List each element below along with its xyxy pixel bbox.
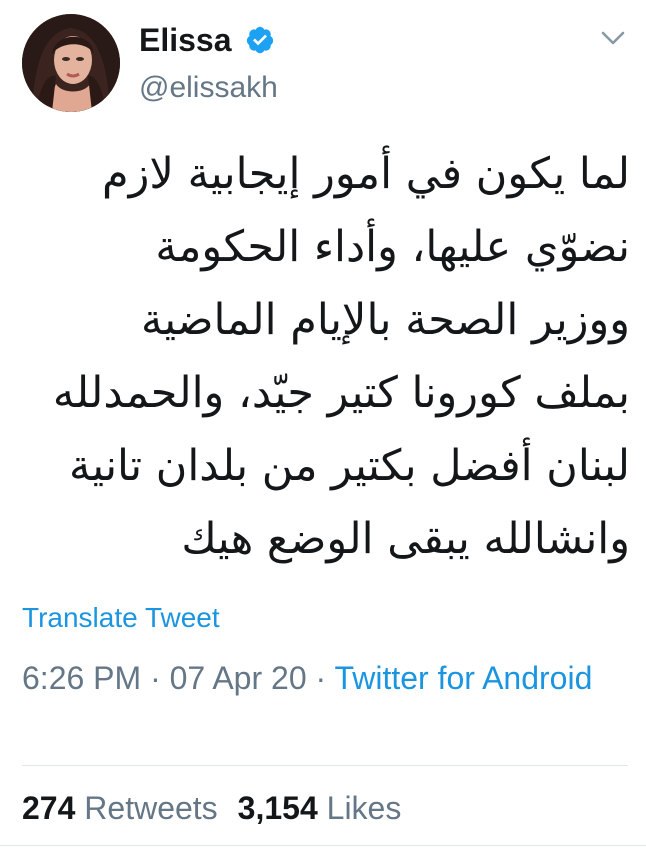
retweets-count: 274: [22, 790, 76, 826]
tweet-stats: 274 Retweets 3,154 Likes: [22, 786, 401, 830]
divider: [22, 765, 628, 766]
tweet-text-line: لما يكون في أمور إيجابية لازم: [102, 149, 630, 199]
retweets-stat[interactable]: 274 Retweets: [22, 790, 218, 826]
divider: [0, 845, 646, 846]
tweet-text-line: ووزير الصحة بالإيام الماضية: [141, 295, 630, 345]
tweet-text: لما يكون في أمور إيجابية لازم نضوّي عليه…: [18, 138, 630, 576]
verified-badge-icon: [246, 26, 274, 54]
meta-separator: ·: [141, 660, 170, 696]
likes-count: 3,154: [237, 790, 318, 826]
retweets-label: Retweets: [84, 790, 218, 826]
tweet-time[interactable]: 6:26 PM: [22, 660, 141, 696]
handle[interactable]: @elissakh: [139, 68, 278, 108]
translate-tweet-link[interactable]: Translate Tweet: [22, 600, 220, 636]
tweet-source-link[interactable]: Twitter for Android: [334, 660, 592, 696]
avatar[interactable]: [22, 14, 120, 112]
meta-separator: ·: [306, 660, 335, 696]
tweet-meta: 6:26 PM · 07 Apr 20 · Twitter for Androi…: [22, 656, 622, 700]
tweet-text-line: نضوّي عليها، وأداء الحكومة: [155, 222, 630, 272]
tweet-text-line: وانشالله يبقى الوضع هيك: [181, 514, 630, 564]
display-name[interactable]: Elissa: [139, 20, 232, 60]
tweet-date[interactable]: 07 Apr 20: [170, 660, 307, 696]
tweet-text-line: بملف كورونا كتير جيّد، والحمدلله: [52, 368, 630, 418]
likes-label: Likes: [326, 790, 402, 826]
chevron-down-icon[interactable]: [600, 28, 626, 48]
tweet-text-line: لبنان أفضل بكتير من بلدان تانية: [69, 441, 630, 491]
tweet-card: Elissa @elissakh لما يكون في أمور إيجابي…: [0, 0, 646, 850]
likes-stat[interactable]: 3,154 Likes: [238, 790, 402, 826]
profile-photo-icon: [22, 14, 120, 112]
